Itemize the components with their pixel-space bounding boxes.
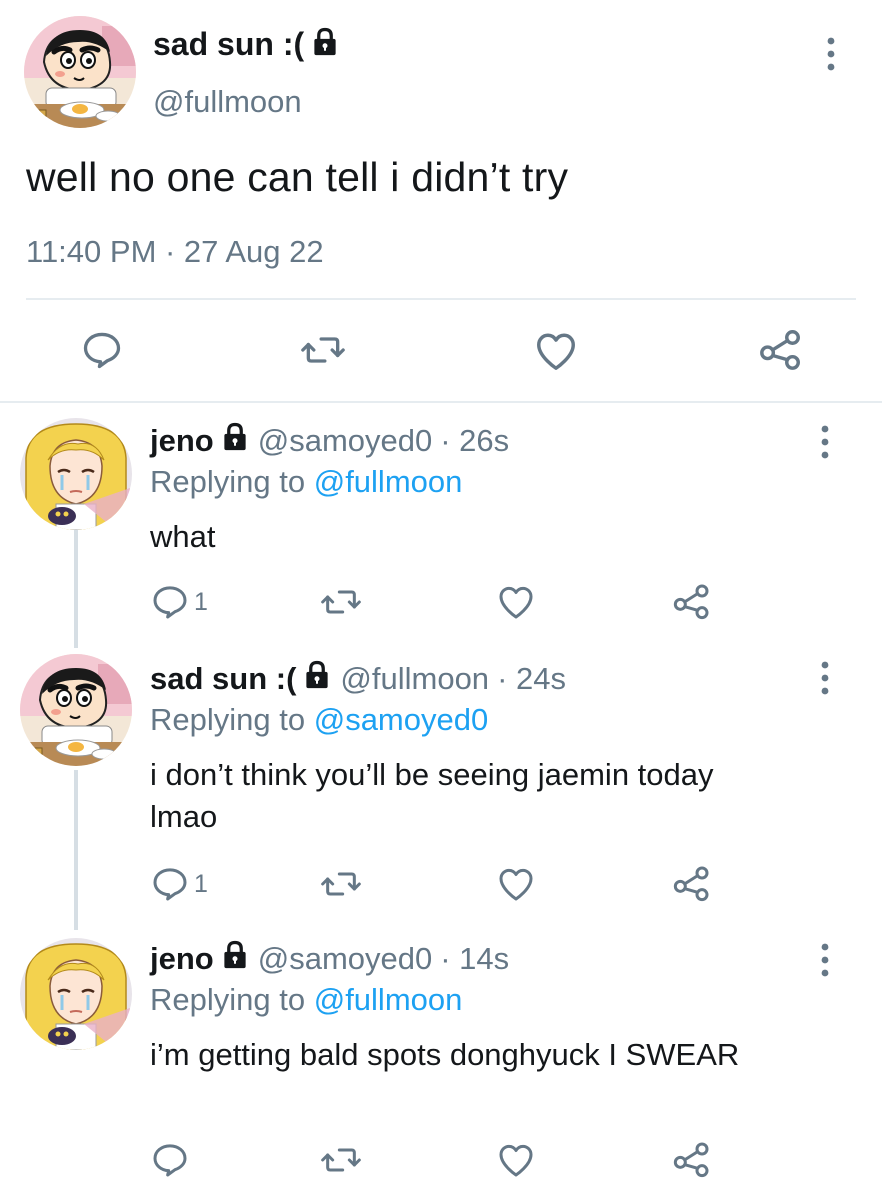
shinchan-avatar[interactable]	[24, 16, 136, 128]
replying-label: Replying to	[150, 702, 314, 737]
reply-text: what	[150, 519, 216, 554]
reply-tweet: jeno @samoyed0 · 26s Replying to @fullmo…	[0, 402, 882, 642]
replying-label: Replying to	[150, 464, 314, 499]
reply-button[interactable]: 1	[150, 582, 208, 622]
reply-author-name[interactable]: jeno	[150, 423, 214, 459]
reply-author-handle[interactable]: @samoyed0	[258, 423, 433, 459]
reply-button[interactable]	[150, 1140, 194, 1180]
share-button[interactable]	[672, 1138, 712, 1180]
reply-tweet: jeno @samoyed0 · 14s Replying to @fullmo…	[0, 922, 882, 1200]
more-options-icon[interactable]	[826, 36, 836, 77]
reply-time: · 14s	[440, 941, 510, 976]
like-button[interactable]	[496, 581, 536, 623]
replying-mention[interactable]: @fullmoon	[314, 982, 463, 1017]
replying-label: Replying to	[150, 982, 314, 1017]
reply-header: jeno @samoyed0 · 14s	[150, 940, 509, 978]
retweet-icon	[320, 864, 362, 904]
like-icon	[496, 581, 536, 623]
main-tweet: sad sun :( @fullmoon well no one can tel…	[0, 0, 882, 402]
reply-button[interactable]	[80, 328, 124, 372]
divider	[26, 298, 856, 300]
retweet-icon	[300, 328, 346, 372]
lock-icon	[220, 940, 250, 978]
share-icon	[758, 326, 804, 372]
comment-icon	[150, 582, 190, 622]
reply-author-name[interactable]: sad sun :(	[150, 661, 296, 697]
shinchan-avatar[interactable]	[20, 654, 132, 766]
reply-count: 1	[194, 869, 208, 898]
lock-icon	[220, 422, 250, 460]
retweet-button[interactable]	[320, 864, 362, 904]
share-icon	[672, 1138, 712, 1180]
lock-icon	[302, 660, 332, 698]
tweet-text: well no one can tell i didn’t try	[26, 154, 569, 200]
share-icon	[672, 580, 712, 622]
reply-author-name[interactable]: jeno	[150, 941, 214, 977]
tweet-timestamp: 11:40 PM · 27 Aug 22	[26, 234, 324, 269]
more-options-icon[interactable]	[820, 942, 830, 983]
like-button[interactable]	[496, 1139, 536, 1181]
reply-tweet: sad sun :( @fullmoon · 24s Replying to @…	[0, 642, 882, 922]
like-icon	[533, 328, 579, 374]
comment-icon	[80, 328, 124, 372]
comment-icon	[150, 864, 190, 904]
like-button[interactable]	[496, 863, 536, 905]
comment-icon	[150, 1140, 190, 1180]
reply-header: sad sun :( @fullmoon · 24s	[150, 660, 566, 698]
like-icon	[496, 863, 536, 905]
replying-to: Replying to @fullmoon	[150, 464, 462, 500]
share-button[interactable]	[758, 326, 804, 372]
reply-author-handle[interactable]: @fullmoon	[340, 661, 489, 697]
more-options-icon[interactable]	[820, 660, 830, 701]
reply-author-handle[interactable]: @samoyed0	[258, 941, 433, 977]
retweet-icon	[320, 1140, 362, 1180]
like-button[interactable]	[533, 328, 579, 374]
reply-time: · 26s	[440, 423, 510, 458]
sailor-moon-avatar[interactable]	[20, 938, 132, 1050]
retweet-button[interactable]	[300, 328, 346, 372]
retweet-button[interactable]	[320, 582, 362, 622]
author-name[interactable]: sad sun :(	[153, 26, 304, 63]
replying-mention[interactable]: @fullmoon	[314, 464, 463, 499]
lock-icon	[310, 27, 340, 62]
reply-button[interactable]: 1	[150, 864, 208, 904]
replying-to: Replying to @fullmoon	[150, 982, 462, 1018]
replying-mention[interactable]: @samoyed0	[314, 702, 489, 737]
reply-header: jeno @samoyed0 · 26s	[150, 422, 509, 460]
share-icon	[672, 862, 712, 904]
retweet-button[interactable]	[320, 1140, 362, 1180]
reply-text: i don’t think you’ll be seeing jaemin to…	[150, 757, 714, 834]
more-options-icon[interactable]	[820, 424, 830, 465]
reply-text: i’m getting bald spots donghyuck I SWEAR	[150, 1037, 740, 1072]
author-handle[interactable]: @fullmoon	[153, 84, 302, 120]
author-name-row: sad sun :(	[153, 26, 340, 63]
reply-count: 1	[194, 587, 208, 616]
retweet-icon	[320, 582, 362, 622]
reply-time: · 24s	[497, 661, 566, 696]
tweet-actions	[0, 320, 882, 380]
replying-to: Replying to @samoyed0	[150, 702, 488, 738]
share-button[interactable]	[672, 862, 712, 904]
sailor-moon-avatar[interactable]	[20, 418, 132, 530]
share-button[interactable]	[672, 580, 712, 622]
like-icon	[496, 1139, 536, 1181]
